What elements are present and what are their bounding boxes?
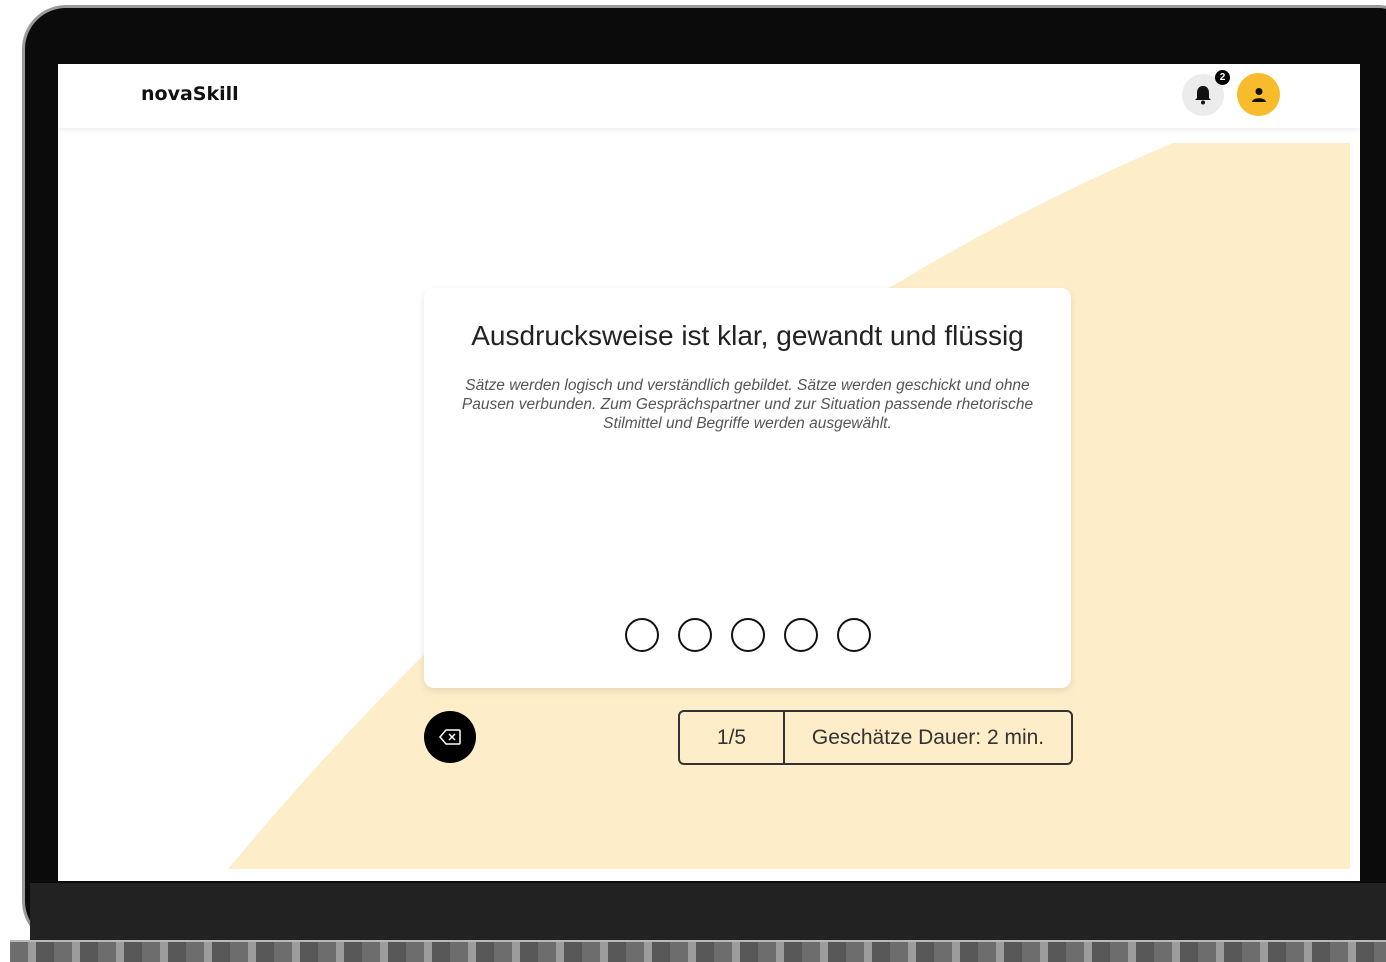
user-icon	[1251, 87, 1266, 102]
notification-badge: 2	[1215, 70, 1230, 85]
estimated-duration: Geschätze Dauer: 2 min.	[811, 725, 1045, 749]
screen: novaSkill 2 Ausdrucksweise ist klar, gew…	[58, 64, 1360, 881]
progress-info: 1/5 Geschätze Dauer: 2 min.	[678, 710, 1073, 765]
laptop-keyboard	[10, 940, 1386, 962]
profile-button[interactable]	[1237, 73, 1280, 116]
question-title: Ausdrucksweise ist klar, gewandt und flü…	[471, 320, 1024, 351]
backspace-icon	[439, 729, 461, 745]
question-card: Ausdrucksweise ist klar, gewandt und flü…	[424, 288, 1071, 688]
rating-option-5[interactable]	[836, 618, 871, 652]
progress-counter: 1/5	[680, 712, 785, 763]
rating-option-3[interactable]	[730, 618, 765, 652]
question-description: Sätze werden logisch und verständlich ge…	[461, 377, 1034, 432]
top-bar: novaSkill 2	[58, 64, 1360, 128]
laptop-chin	[30, 883, 1386, 943]
bell-icon	[1195, 86, 1211, 105]
rating-option-1[interactable]	[624, 618, 659, 652]
back-button[interactable]	[424, 711, 476, 763]
rating-option-2[interactable]	[677, 618, 712, 652]
rating-option-4[interactable]	[783, 618, 818, 652]
logo[interactable]: novaSkill	[141, 83, 239, 105]
rating-scale	[424, 618, 1071, 652]
